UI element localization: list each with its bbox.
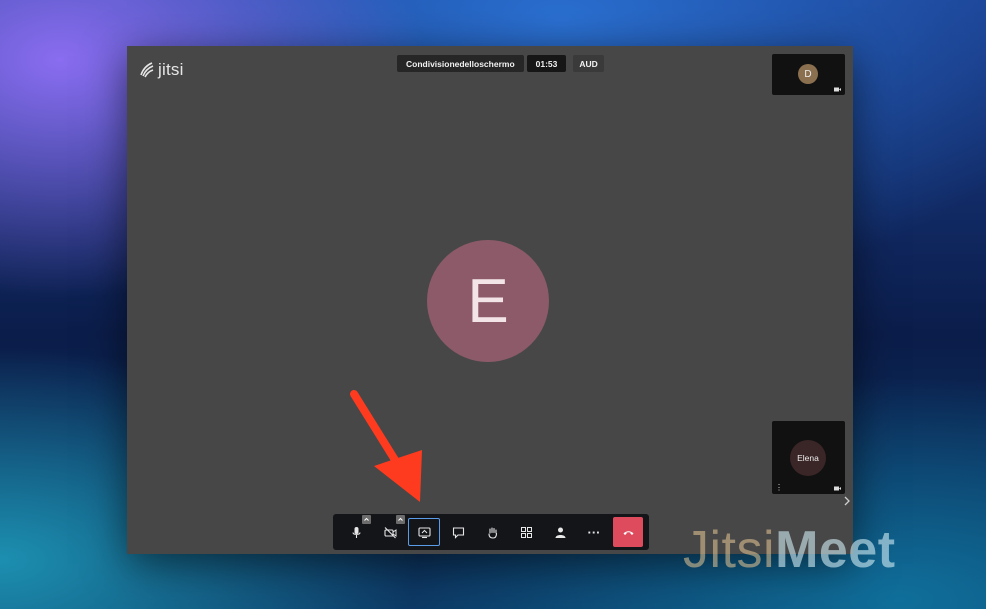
thumbnail-menu-icon[interactable]: ⋮ [775, 484, 783, 492]
chevron-right-icon[interactable] [843, 496, 851, 506]
participant-thumbnail-d[interactable]: D [772, 54, 845, 95]
more-button[interactable]: ··· [577, 517, 611, 547]
chevron-up-icon [364, 517, 369, 521]
participant-thumbnail-elena[interactable]: Elena ⋮ [772, 421, 845, 494]
microphone-button[interactable] [339, 515, 373, 547]
meeting-window: jitsi Condivisionedelloschermo 01:53 AUD… [127, 46, 853, 554]
participants-button[interactable] [543, 517, 577, 547]
mic-options-caret[interactable] [362, 515, 371, 524]
audio-badge[interactable]: AUD [573, 55, 604, 72]
logo-text: jitsi [158, 60, 184, 79]
chevron-up-icon [398, 517, 403, 521]
camera-button[interactable] [373, 515, 407, 547]
mic-icon [351, 526, 361, 538]
hand-icon [487, 526, 497, 539]
screen-share-icon [417, 526, 431, 538]
more-icon: ··· [587, 524, 601, 540]
chat-icon [452, 526, 464, 539]
jitsi-logo-icon [140, 62, 154, 78]
watermark-jitsi: Jitsi [683, 521, 776, 579]
tile-view-button[interactable] [509, 517, 543, 547]
red-arrow-annotation [350, 390, 422, 502]
grid-icon [520, 526, 532, 538]
hang-up-button[interactable] [613, 517, 643, 547]
screen-share-button[interactable] [408, 518, 440, 546]
camera-off-icon [834, 87, 841, 92]
participant-avatar-d: D [798, 64, 818, 84]
jitsi-meet-watermark: JitsiMeet [683, 520, 896, 580]
camera-off-icon [834, 486, 841, 491]
meeting-timer: 01:53 [526, 55, 567, 72]
jitsi-logo: jitsi [139, 60, 184, 80]
chat-button[interactable] [441, 517, 475, 547]
camera-off-icon [383, 526, 396, 538]
watermark-meet: Meet [775, 521, 896, 579]
main-participant-avatar: E [427, 240, 549, 362]
meeting-title: Condivisionedelloschermo [397, 55, 524, 72]
participant-avatar-elena: Elena [790, 440, 826, 476]
raise-hand-button[interactable] [475, 517, 509, 547]
camera-options-caret[interactable] [396, 515, 405, 524]
person-icon [555, 527, 565, 538]
phone-hangup-icon [623, 530, 633, 535]
meeting-info-bar: Condivisionedelloschermo 01:53 AUD [397, 55, 604, 72]
meeting-toolbar: ··· [333, 514, 649, 550]
